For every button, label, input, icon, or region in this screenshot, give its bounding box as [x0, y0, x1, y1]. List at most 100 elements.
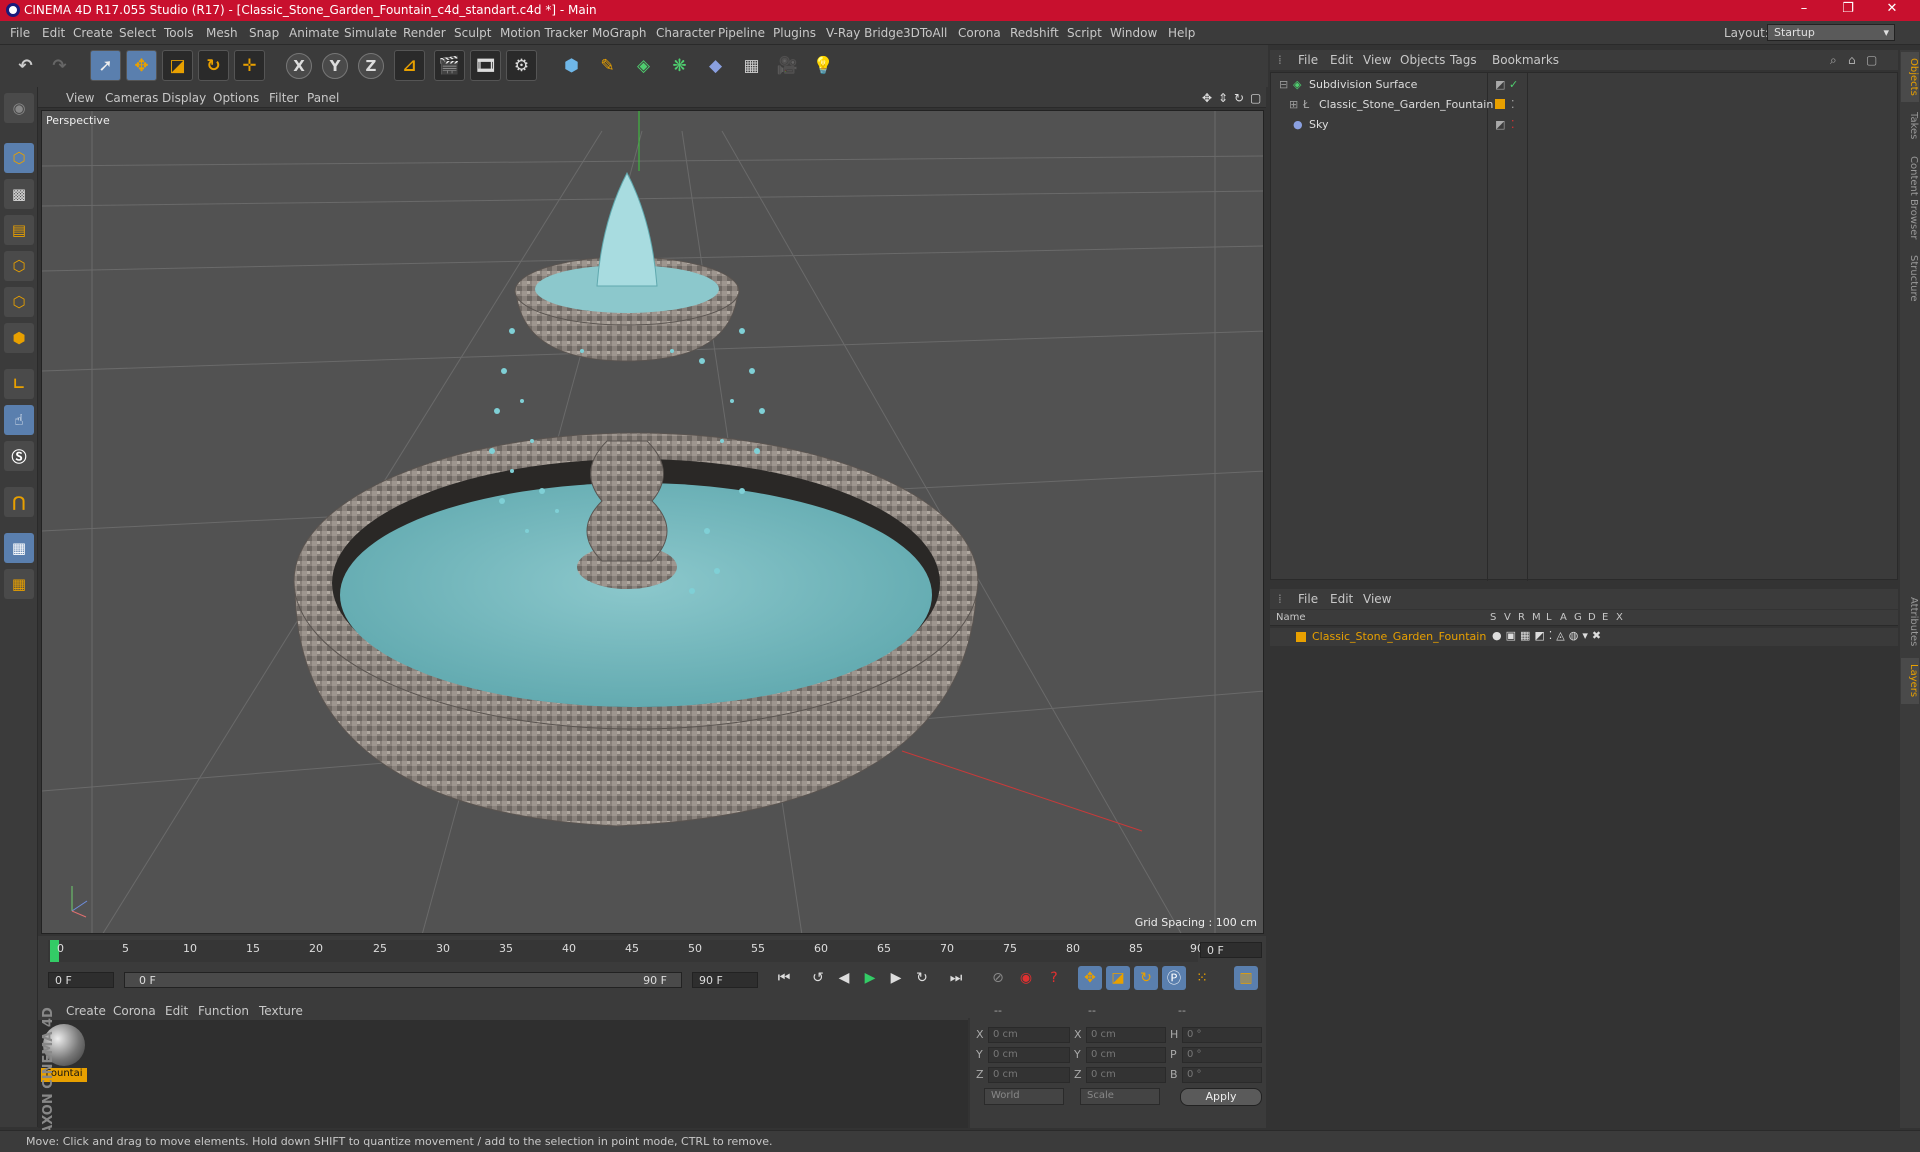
deformer-icon[interactable]: ◆: [700, 50, 731, 81]
menu-script[interactable]: Script: [1067, 26, 1102, 40]
om-menu-file[interactable]: File: [1298, 53, 1318, 67]
enabled-check-icon[interactable]: ✓: [1509, 78, 1518, 91]
menu-tools[interactable]: Tools: [164, 26, 194, 40]
om-menu-objects[interactable]: Objects: [1400, 53, 1445, 67]
redo-icon[interactable]: ↷: [44, 50, 75, 81]
viewport-menu-options[interactable]: Options: [213, 91, 259, 105]
texture-mode-icon[interactable]: ▩: [4, 179, 34, 209]
solo-mode-icon[interactable]: Ⓢ: [4, 441, 34, 471]
menu-character[interactable]: Character: [656, 26, 715, 40]
om-menu-bookmarks[interactable]: Bookmarks: [1492, 53, 1559, 67]
end-frame-field[interactable]: 90 F: [692, 972, 758, 988]
pen-spline-icon[interactable]: ✎: [592, 50, 623, 81]
next-frame-icon[interactable]: ▶: [884, 966, 908, 990]
tab-takes[interactable]: Takes: [1901, 106, 1919, 146]
material-menu-texture[interactable]: Texture: [259, 1004, 303, 1018]
points-mode-icon[interactable]: ⬡: [4, 251, 34, 281]
menu-simulate[interactable]: Simulate: [344, 26, 397, 40]
keyframe-selection-icon[interactable]: ?: [1042, 966, 1066, 990]
menu-snap[interactable]: Snap: [249, 26, 279, 40]
menu-plugins[interactable]: Plugins: [773, 26, 816, 40]
menu-pipeline[interactable]: Pipeline: [718, 26, 765, 40]
timeline-window-icon[interactable]: ▥: [1234, 966, 1258, 990]
menu-create[interactable]: Create: [73, 26, 113, 40]
camera-object-icon[interactable]: 🎥: [772, 50, 803, 81]
material-menu-corona[interactable]: Corona: [113, 1004, 156, 1018]
lm-menu-file[interactable]: File: [1298, 592, 1318, 606]
tab-attributes[interactable]: Attributes: [1901, 590, 1919, 654]
menu-select[interactable]: Select: [119, 26, 156, 40]
menu-corona[interactable]: Corona: [958, 26, 1001, 40]
snap-magnet-icon[interactable]: ⋂: [4, 487, 34, 517]
viewport-scene[interactable]: [42, 111, 1264, 934]
coordinate-mode-dropdown[interactable]: World: [984, 1088, 1064, 1105]
apply-button[interactable]: Apply: [1180, 1088, 1262, 1106]
layer-col-s[interactable]: S: [1490, 612, 1496, 623]
layer-col-name[interactable]: Name: [1276, 612, 1306, 623]
menu-vray-bridge[interactable]: V-Ray Bridge: [826, 26, 903, 40]
layer-col-v[interactable]: V: [1504, 612, 1511, 623]
cloner-icon[interactable]: ❋: [664, 50, 695, 81]
move-tool-icon[interactable]: ✥: [126, 50, 157, 81]
menu-render[interactable]: Render: [403, 26, 446, 40]
menu-motion-tracker[interactable]: Motion Tracker: [500, 26, 588, 40]
viewport-menu-cameras[interactable]: Cameras: [105, 91, 158, 105]
size-z-field[interactable]: 0 cm: [1086, 1067, 1166, 1083]
menu-mesh[interactable]: Mesh: [206, 26, 238, 40]
tab-objects[interactable]: Objects: [1901, 52, 1919, 102]
menu-sculpt[interactable]: Sculpt: [454, 26, 491, 40]
key-scale-icon[interactable]: ◪: [1106, 966, 1130, 990]
layer-toggle-icons[interactable]: ●▣▦◩⁚◬◍▾✖: [1492, 629, 1605, 642]
cube-object-icon[interactable]: ⬢: [556, 50, 587, 81]
perspective-viewport[interactable]: Perspective Grid Spacing : 100 cm: [41, 110, 1264, 934]
om-menu-view[interactable]: View: [1363, 53, 1391, 67]
layer-col-l[interactable]: L: [1546, 612, 1552, 623]
layout-dropdown[interactable]: Startup ▾: [1767, 24, 1895, 41]
search-icon[interactable]: ⌕: [1830, 53, 1837, 68]
tab-layers[interactable]: Layers: [1901, 658, 1919, 704]
minimize-button[interactable]: –: [1782, 1, 1826, 16]
viewport-rotate-icon[interactable]: ↻: [1234, 91, 1244, 105]
tab-content-browser[interactable]: Content Browser: [1901, 150, 1919, 246]
menu-3dtoall[interactable]: 3DToAll: [903, 26, 947, 40]
make-editable-icon[interactable]: ◉: [4, 93, 34, 123]
transform-tool-icon[interactable]: ✛: [234, 50, 265, 81]
position-y-field[interactable]: 0 cm: [988, 1047, 1070, 1063]
object-row[interactable]: ⊟ ◈ Subdivision Surface ◩ ✓: [1273, 75, 1895, 94]
editor-render-toggle-icon[interactable]: ◩: [1495, 78, 1505, 91]
workplane-mode-icon[interactable]: ▤: [4, 215, 34, 245]
autokeying-icon[interactable]: ◉: [1014, 966, 1038, 990]
x-axis-lock-button[interactable]: X: [286, 53, 312, 79]
expand-icon[interactable]: ⊞: [1289, 98, 1298, 111]
undo-icon[interactable]: ↶: [10, 50, 41, 81]
grid-lock-icon[interactable]: ▦: [4, 533, 34, 563]
layer-col-g[interactable]: G: [1574, 612, 1582, 623]
key-pla-icon[interactable]: ⁙: [1190, 966, 1214, 990]
new-window-icon[interactable]: ▢: [1866, 53, 1877, 67]
floor-object-icon[interactable]: ▦: [736, 50, 767, 81]
tab-structure[interactable]: Structure: [1901, 250, 1919, 306]
render-picture-viewer-icon[interactable]: 🎞: [470, 50, 501, 81]
menu-window[interactable]: Window: [1110, 26, 1157, 40]
object-row[interactable]: ● Sky ◩ ⁚: [1273, 115, 1895, 134]
rotate-tool-icon[interactable]: ↻: [198, 50, 229, 81]
layer-col-a[interactable]: A: [1560, 612, 1567, 623]
material-menu-create[interactable]: Create: [66, 1004, 106, 1018]
subdivision-surface-icon[interactable]: ◈: [628, 50, 659, 81]
visibility-dots-icon[interactable]: ⁚: [1511, 118, 1515, 131]
size-mode-dropdown[interactable]: Scale: [1080, 1088, 1160, 1105]
current-frame-field[interactable]: 0 F: [1200, 942, 1262, 958]
om-menu-tags[interactable]: Tags: [1450, 53, 1477, 67]
frame-range-slider[interactable]: 0 F 90 F: [124, 972, 682, 988]
workplane-lock-icon[interactable]: ▦: [4, 569, 34, 599]
lm-menu-edit[interactable]: Edit: [1330, 592, 1353, 606]
editor-render-toggle-icon[interactable]: ◩: [1495, 118, 1505, 131]
object-row[interactable]: ⊞ Ł Classic_Stone_Garden_Fountain ⁚: [1273, 95, 1895, 114]
close-button[interactable]: ✕: [1870, 1, 1914, 16]
layer-color-swatch[interactable]: [1296, 632, 1306, 642]
collapse-icon[interactable]: ⊟: [1279, 78, 1288, 91]
layer-color-swatch[interactable]: [1495, 99, 1505, 109]
viewport-menu-display[interactable]: Display: [162, 91, 206, 105]
next-key-icon[interactable]: ↻: [910, 966, 934, 990]
previous-key-icon[interactable]: ↺: [806, 966, 830, 990]
